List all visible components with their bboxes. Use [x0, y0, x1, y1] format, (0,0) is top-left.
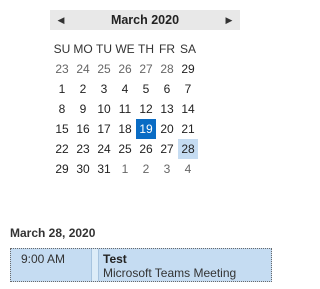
calendar-day[interactable]: 3 [157, 159, 177, 179]
calendar-day[interactable]: 24 [94, 139, 114, 159]
caret-left-icon: ◀ [57, 14, 65, 25]
previous-month-button[interactable]: ◀ [50, 10, 72, 30]
calendar-day[interactable]: 7 [178, 79, 198, 99]
calendar-day[interactable]: 25 [94, 59, 114, 79]
calendar-day[interactable]: 22 [52, 139, 72, 159]
weekday-label: WE [115, 42, 135, 56]
calendar-day[interactable]: 2 [136, 159, 156, 179]
calendar-day[interactable]: 14 [178, 99, 198, 119]
calendar-day[interactable]: 30 [73, 159, 93, 179]
calendar-day[interactable]: 26 [136, 139, 156, 159]
calendar-day[interactable]: 23 [52, 59, 72, 79]
weekday-label: MO [73, 42, 93, 56]
appointment-location: Microsoft Teams Meeting [103, 266, 237, 280]
calendar-day[interactable]: 21 [178, 119, 198, 139]
calendar-day[interactable]: 10 [94, 99, 114, 119]
month-title: March 2020 [110, 13, 180, 27]
weekday-label: FR [159, 42, 175, 56]
calendar-day[interactable]: 26 [115, 59, 135, 79]
calendar-day[interactable]: 1 [52, 79, 72, 99]
calendar-day-selected[interactable]: 28 [178, 139, 198, 159]
calendar-day[interactable]: 31 [94, 159, 114, 179]
calendar-day[interactable]: 20 [157, 119, 177, 139]
calendar-day[interactable]: 23 [73, 139, 93, 159]
calendar-day[interactable]: 9 [73, 99, 93, 119]
calendar-day[interactable]: 13 [157, 99, 177, 119]
calendar-day[interactable]: 27 [157, 139, 177, 159]
calendar-day[interactable]: 4 [178, 159, 198, 179]
calendar-day[interactable]: 6 [157, 79, 177, 99]
agenda-date-heading: March 28, 2020 [10, 226, 96, 240]
calendar-day[interactable]: 18 [115, 119, 135, 139]
weekday-label: TU [96, 42, 112, 56]
calendar-day[interactable]: 4 [115, 79, 135, 99]
calendar-day[interactable]: 8 [52, 99, 72, 119]
calendar-day[interactable]: 2 [73, 79, 93, 99]
calendar-day[interactable]: 1 [115, 159, 135, 179]
calendar-day[interactable]: 16 [73, 119, 93, 139]
calendar-day[interactable]: 15 [52, 119, 72, 139]
calendar-day[interactable]: 27 [136, 59, 156, 79]
calendar-day[interactable]: 3 [94, 79, 114, 99]
next-month-button[interactable]: ▶ [218, 10, 240, 30]
appointment-item[interactable]: 9:00 AM Test Microsoft Teams Meeting [10, 248, 272, 282]
appointment-title: Test [103, 252, 127, 266]
calendar-day[interactable]: 17 [94, 119, 114, 139]
date-navigator-grid: SU MO TU WE TH FR SA 23 24 25 26 27 28 29 1 2 3 4 5 6 7 8 9 10 1… [52, 39, 198, 179]
calendar-day[interactable]: 28 [157, 59, 177, 79]
weekday-label: TH [138, 42, 154, 56]
appointment-divider [91, 249, 99, 281]
weekday-label: SU [53, 42, 71, 56]
appointment-time: 9:00 AM [21, 252, 66, 266]
calendar-day[interactable]: 5 [136, 79, 156, 99]
calendar-header: ◀ March 2020 ▶ [50, 10, 240, 30]
calendar-day[interactable]: 29 [52, 159, 72, 179]
calendar-day[interactable]: 12 [136, 99, 156, 119]
calendar-day[interactable]: 24 [73, 59, 93, 79]
weekday-label: SA [179, 42, 196, 56]
calendar-day-today[interactable]: 19 [136, 119, 156, 139]
calendar-day[interactable]: 29 [178, 59, 198, 79]
calendar-day[interactable]: 25 [115, 139, 135, 159]
calendar-day[interactable]: 11 [115, 99, 135, 119]
caret-right-icon: ▶ [225, 14, 233, 25]
